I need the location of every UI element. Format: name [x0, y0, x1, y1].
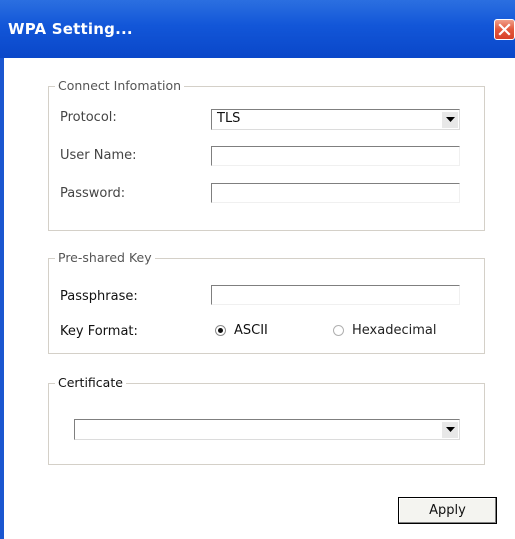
chevron-down-icon — [445, 427, 455, 432]
passphrase-label: Passphrase: — [60, 289, 138, 304]
apply-button[interactable]: Apply — [398, 497, 497, 524]
title-bar[interactable]: WPA Setting... — [0, 0, 515, 58]
preshared-key-legend: Pre-shared Key — [55, 250, 155, 266]
protocol-select-value: TLS — [217, 111, 241, 126]
close-button[interactable] — [494, 19, 515, 40]
certificate-select[interactable] — [74, 419, 460, 440]
password-field[interactable] — [211, 183, 460, 203]
protocol-dropdown-button[interactable] — [441, 111, 458, 128]
wpa-setting-dialog: WPA Setting... Connect Infomation Protoc… — [0, 0, 515, 539]
radio-selected-dot — [218, 328, 223, 333]
passphrase-field[interactable] — [211, 285, 460, 305]
hexadecimal-radio-indicator[interactable] — [333, 325, 344, 336]
ascii-radio[interactable]: ASCII — [215, 323, 268, 338]
close-icon — [498, 23, 511, 36]
protocol-label: Protocol: — [60, 110, 117, 125]
connect-information-legend: Connect Infomation — [55, 78, 185, 94]
window-left-border — [0, 58, 4, 539]
chevron-down-icon — [445, 117, 455, 122]
username-label: User Name: — [60, 148, 137, 163]
password-label: Password: — [60, 186, 126, 201]
ascii-radio-indicator[interactable] — [215, 325, 226, 336]
key-format-label: Key Format: — [60, 324, 138, 339]
window-title: WPA Setting... — [8, 20, 133, 38]
hexadecimal-radio[interactable]: Hexadecimal — [333, 323, 436, 338]
protocol-select[interactable]: TLS — [211, 109, 460, 130]
certificate-dropdown-button[interactable] — [441, 421, 458, 438]
certificate-legend: Certificate — [55, 375, 126, 391]
ascii-radio-label: ASCII — [234, 323, 268, 338]
hexadecimal-radio-label: Hexadecimal — [352, 323, 437, 338]
username-field[interactable] — [211, 146, 460, 166]
preshared-key-group: Pre-shared Key — [48, 250, 485, 354]
